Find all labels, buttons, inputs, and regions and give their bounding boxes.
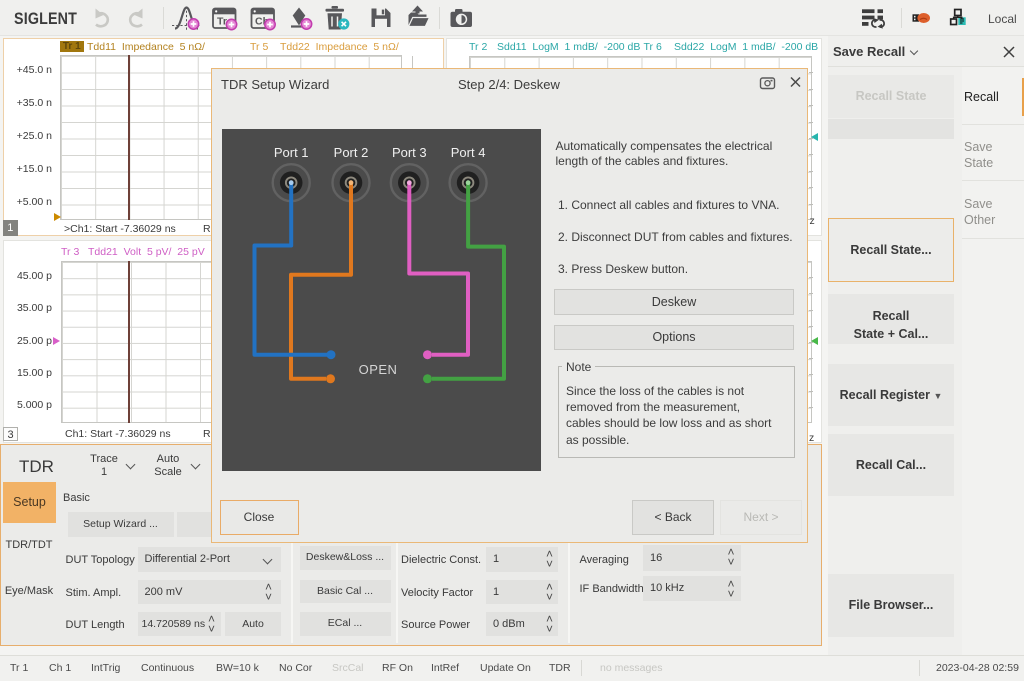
svg-text:Tr: Tr bbox=[217, 16, 227, 28]
